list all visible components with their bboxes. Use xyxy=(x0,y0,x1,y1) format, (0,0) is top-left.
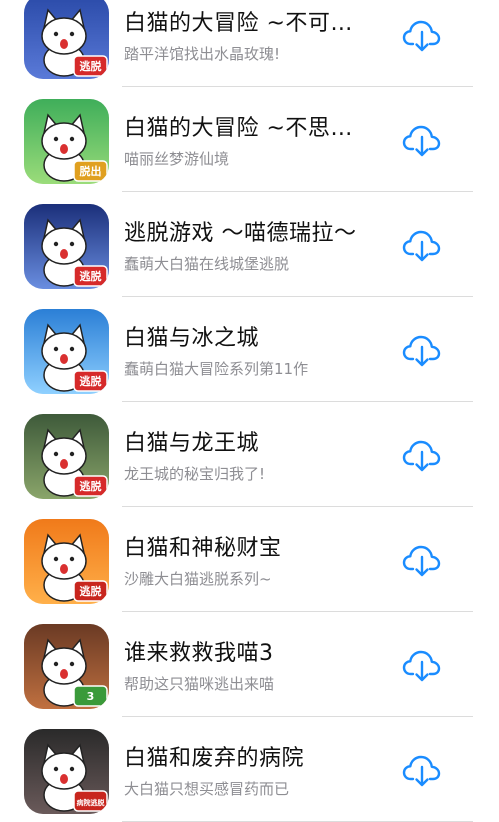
app-icon[interactable]: 逃脱 xyxy=(24,309,109,394)
app-title: 白猫的大冒险 ~不思… xyxy=(124,116,353,141)
app-icon[interactable]: 逃脱 xyxy=(24,519,109,604)
list-item-8[interactable]: 病院逃脱 白猫和废弃的病院 大白猫只想买感冒药而已 xyxy=(0,717,499,822)
app-title: 谁来救救我喵3 xyxy=(124,641,274,666)
app-subtitle: 帮助这只猫咪逃出来喵 xyxy=(124,675,275,693)
app-title: 白猫和废弃的病院 xyxy=(124,746,305,771)
app-icon[interactable]: 脱出 xyxy=(24,99,109,184)
svg-text:3: 3 xyxy=(87,690,95,703)
cloud-download-icon[interactable] xyxy=(402,18,442,54)
svg-text:逃脱: 逃脱 xyxy=(80,584,102,598)
svg-text:逃脱: 逃脱 xyxy=(80,374,102,388)
app-subtitle: 大白猫只想买感冒药而已 xyxy=(124,780,290,798)
cloud-download-icon[interactable] xyxy=(402,648,442,684)
list-item-1[interactable]: 逃脱 白猫的大冒险 ~不可… 踏平洋馆找出水晶玫瑰! xyxy=(0,0,499,87)
app-title: 白猫与龙王城 xyxy=(124,431,260,456)
app-icon[interactable]: 3 xyxy=(24,624,109,709)
svg-text:脱出: 脱出 xyxy=(80,164,102,178)
svg-text:逃脱: 逃脱 xyxy=(80,269,102,283)
app-subtitle: 龙王城的秘宝归我了! xyxy=(124,465,266,483)
cloud-download-icon[interactable] xyxy=(402,753,442,789)
svg-text:逃脱: 逃脱 xyxy=(80,59,102,73)
cloud-download-icon[interactable] xyxy=(402,543,442,579)
list-item-6[interactable]: 逃脱 白猫和神秘财宝 沙雕大白猫逃脱系列~ xyxy=(0,507,499,612)
app-title: 白猫和神秘财宝 xyxy=(124,536,282,561)
list-item-2[interactable]: 脱出 白猫的大冒险 ~不思… 喵丽丝梦游仙境 xyxy=(0,87,499,192)
app-list: 逃脱 白猫的大冒险 ~不可… 踏平洋馆找出水晶玫瑰! 脱出 白猫的大冒险 ~不思… xyxy=(0,0,499,822)
app-title: 白猫的大冒险 ~不可… xyxy=(124,11,353,36)
svg-text:逃脱: 逃脱 xyxy=(80,479,102,493)
list-item-3[interactable]: 逃脱 逃脱游戏 ～喵德瑞拉～ 蠢萌大白猫在线城堡逃脱 xyxy=(0,192,499,297)
app-subtitle: 踏平洋馆找出水晶玫瑰! xyxy=(124,45,281,63)
list-item-4[interactable]: 逃脱 白猫与冰之城 蠢萌白猫大冒险系列第11作 xyxy=(0,297,499,402)
cloud-download-icon[interactable] xyxy=(402,228,442,264)
cloud-download-icon[interactable] xyxy=(402,438,442,474)
app-icon[interactable]: 逃脱 xyxy=(24,204,109,289)
cloud-download-icon[interactable] xyxy=(402,333,442,369)
app-icon[interactable]: 病院逃脱 xyxy=(24,729,109,814)
cloud-download-icon[interactable] xyxy=(402,123,442,159)
app-subtitle: 蠢萌白猫大冒险系列第11作 xyxy=(124,360,309,378)
app-subtitle: 蠢萌大白猫在线城堡逃脱 xyxy=(124,255,290,273)
app-subtitle: 喵丽丝梦游仙境 xyxy=(124,150,230,168)
list-item-7[interactable]: 3 谁来救救我喵3 帮助这只猫咪逃出来喵 xyxy=(0,612,499,717)
app-title: 逃脱游戏 ～喵德瑞拉～ xyxy=(124,221,357,246)
list-item-5[interactable]: 逃脱 白猫与龙王城 龙王城的秘宝归我了! xyxy=(0,402,499,507)
app-title: 白猫与冰之城 xyxy=(124,326,260,351)
app-subtitle: 沙雕大白猫逃脱系列~ xyxy=(124,570,272,588)
app-icon[interactable]: 逃脱 xyxy=(24,0,109,79)
app-icon[interactable]: 逃脱 xyxy=(24,414,109,499)
